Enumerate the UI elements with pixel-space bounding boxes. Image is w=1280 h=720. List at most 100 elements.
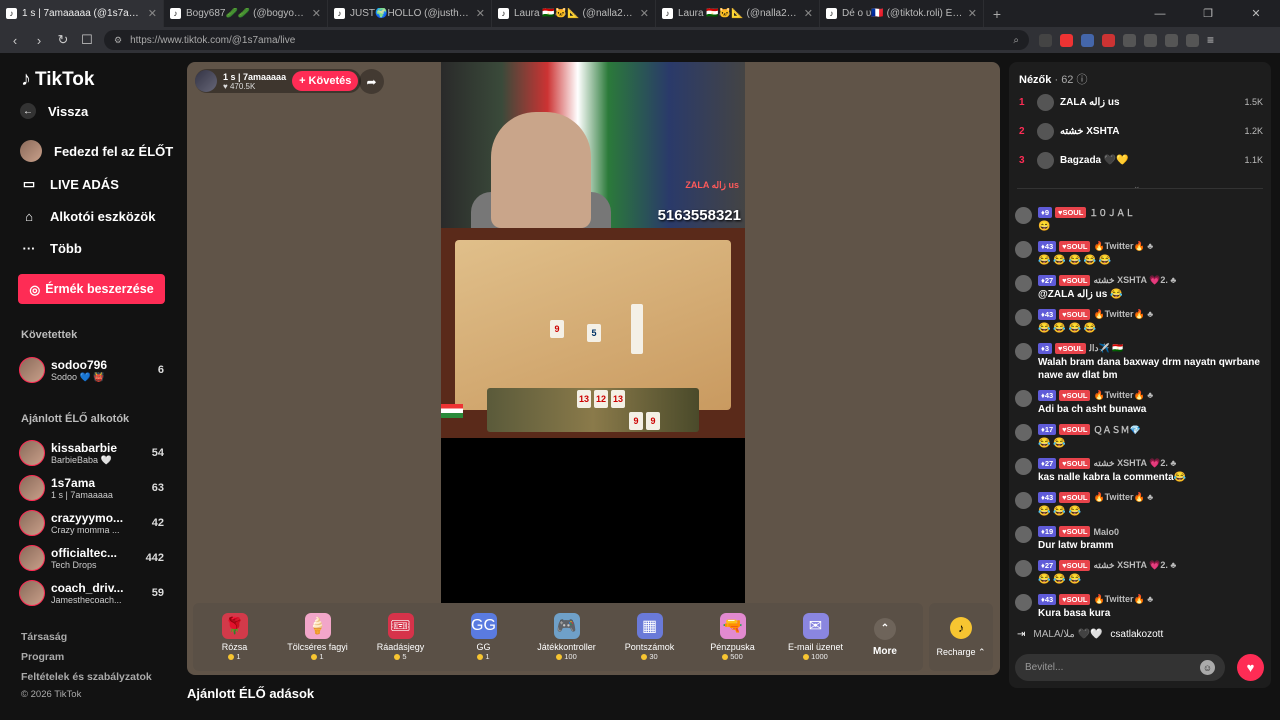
info-icon[interactable]: ⓘ	[1077, 74, 1088, 86]
chat-message[interactable]: ♦ 19 ♥ SOUL Malo0 Dur latw bramm	[1015, 525, 1265, 552]
viewers-header[interactable]: Nézők · 62 ⓘ	[1019, 71, 1088, 87]
footer-terms[interactable]: Feltételek és szabályzatok	[21, 671, 152, 683]
close-tab-icon[interactable]: ✕	[312, 7, 321, 20]
creator-item[interactable]: crazyyymo... Crazy momma ... 42	[19, 508, 164, 538]
browser-tab[interactable]: ♪ Dé o ᴜ🇫🇷 (@tiktok.roli) ÉLŐ adá ✕	[820, 0, 984, 27]
creator-item[interactable]: kissabarbie BarbieBaba 🤍 54	[19, 438, 164, 468]
more-link[interactable]: ··· Több	[20, 239, 82, 257]
ranking-row[interactable]: 1 ZALA ﺯاﻟﻪ us 1.5K	[1019, 91, 1263, 113]
extension-icon[interactable]	[1102, 33, 1115, 47]
close-tab-icon[interactable]: ✕	[148, 7, 157, 20]
close-tab-icon[interactable]: ✕	[476, 7, 485, 20]
gift-item[interactable]: GG GG 1	[442, 613, 525, 661]
get-coins-button[interactable]: ◎ Érmék beszerzése	[18, 274, 165, 304]
streamer-name: 1 s | 7amaaaaa	[223, 71, 287, 82]
creator-item[interactable]: 1s7ama 1 s | 7amaaaaa 63	[19, 473, 164, 503]
puzzle-icon[interactable]	[1123, 33, 1136, 47]
creator-item[interactable]: coach_driv... Jamesthecoach... 59	[19, 578, 164, 608]
chat-meta: ♦ 27 ♥ SOUL ﺧﺸﺘﻪ XSHTA 💗2. ♣	[1038, 559, 1265, 572]
chat-message[interactable]: ♦ 17 ♥ SOUL ＱＡＳＭ💎 😂 😂	[1015, 423, 1265, 450]
footer-company[interactable]: Társaság	[21, 631, 67, 643]
menu-icon[interactable]: ≡	[1207, 33, 1220, 47]
more-gifts-button[interactable]: ⌃ More	[857, 617, 913, 657]
heart-icon[interactable]: ♥	[1237, 654, 1264, 681]
chat-message[interactable]: ♦ 43 ♥ SOUL 🔥Twitter🔥 ♣ Adi ba ch asht bunawa	[1015, 389, 1265, 416]
chat-username: 🔥Twitter🔥 ♣	[1093, 390, 1154, 400]
level-badge: ♦ 43	[1038, 390, 1057, 401]
reload-icon[interactable]: ↻	[56, 32, 70, 48]
browser-tab[interactable]: ♪ JUST🌍HOLLO (@justholloadam) ÉL ✕	[328, 0, 492, 27]
emoji-icon[interactable]: ☺	[1200, 660, 1215, 675]
chat-message[interactable]: ♦ 43 ♥ SOUL 🔥Twitter🔥 ♣ 😂 😂 😂 😂 😂	[1015, 240, 1265, 267]
chat-input[interactable]: Bevitel... ☺	[1015, 654, 1225, 681]
extension-icon[interactable]	[1081, 33, 1094, 47]
footer-program[interactable]: Program	[21, 651, 64, 663]
restore-icon[interactable]: ❐	[1184, 7, 1232, 20]
ranking-row[interactable]: 2 ﺧﺸﺘﻪ XSHTA 1.2K	[1019, 120, 1263, 142]
tiktok-logo[interactable]: ♪ TikTok	[21, 68, 94, 91]
follow-button[interactable]: + Követés	[292, 71, 359, 91]
chat-message[interactable]: ♦ 27 ♥ SOUL ﺧﺸﺘﻪ XSHTA 💗2. ♣ 😂 😂 😂	[1015, 559, 1265, 586]
close-tab-icon[interactable]: ✕	[640, 7, 649, 20]
gift-item[interactable]: ▦ Pontszámok 30	[608, 613, 691, 661]
chat-message[interactable]: ♦ 43 ♥ SOUL 🔥Twitter🔥 ♣ 😂 😂 😂	[1015, 491, 1265, 518]
live-link[interactable]: ▭ LIVE ADÁS	[20, 175, 119, 193]
fan-badge: ♥ SOUL	[1059, 594, 1091, 605]
sidebar-icon[interactable]	[1144, 33, 1157, 47]
creator-tools-link[interactable]: ⌂ Alkotói eszközök	[20, 207, 155, 225]
chat-message[interactable]: ♦ 9 ♥ SOUL １０ＪＡＬ 😄	[1015, 206, 1265, 233]
site-settings-icon[interactable]: ⚙	[114, 35, 122, 46]
gift-item[interactable]: ✉ E-mail üzenet 1000	[774, 613, 857, 661]
gift-item[interactable]: 🌹 Rózsa 1	[193, 613, 276, 661]
shield-icon[interactable]	[1039, 33, 1052, 47]
gift-item[interactable]: 🎟 Ráadásjegy 5	[359, 613, 442, 661]
live-video[interactable]: ZALA ﺯاﻟﻪ us 5163558321 9 5 13 12 13 9 9	[441, 62, 745, 603]
recharge-button[interactable]: ♪ Recharge ⌃	[929, 603, 993, 671]
close-tab-icon[interactable]: ✕	[968, 7, 977, 20]
forward-arrow-icon[interactable]: ›	[32, 33, 46, 48]
sidebar: ♪ TikTok ← Vissza Fedezd fel az ÉLŐT ▭ L…	[0, 53, 185, 720]
rack-tile: 13	[577, 390, 591, 408]
tiktok-favicon: ♪	[170, 8, 181, 19]
gift-item[interactable]: 🎮 Játékkontroller 100	[525, 613, 608, 661]
chat-message[interactable]: ♦ 27 ♥ SOUL ﺧﺸﺘﻪ XSHTA 💗2. ♣ @ZALA ﺯاﻟﻪ us 😂	[1015, 274, 1265, 301]
chat-message[interactable]: ♦ 43 ♥ SOUL 🔥Twitter🔥 ♣ Kura basa kura	[1015, 593, 1265, 620]
creator-item[interactable]: sodoo796 Sodoo 💙 👹 6	[19, 355, 164, 385]
chat-text: kas nalle kabra la commenta😂	[1038, 472, 1187, 483]
chat-message[interactable]: ♦ 3 ♥ SOUL ﺩاﻟ✈️ 🇹🇯 Walah bram dana baxway dr…	[1015, 342, 1265, 382]
chat-message[interactable]: ♦ 43 ♥ SOUL 🔥Twitter🔥 ♣ 😂 😂 😂 😂	[1015, 308, 1265, 335]
tiktok-favicon: ♪	[6, 8, 17, 19]
url-field[interactable]: ⚙ https://www.tiktok.com/@1s7ama/live ⌕	[104, 30, 1029, 50]
vpn-icon[interactable]	[1186, 33, 1199, 47]
close-tab-icon[interactable]: ✕	[804, 7, 813, 20]
explore-live-link[interactable]: Fedezd fel az ÉLŐT	[20, 140, 173, 162]
close-window-icon[interactable]: ✕	[1232, 7, 1280, 20]
chat-message[interactable]: ♦ 27 ♥ SOUL ﺧﺸﺘﻪ XSHTA 💗2. ♣ kas nalle kabra …	[1015, 457, 1265, 484]
browser-tab[interactable]: ♪ Bogy687🥒🥒 (@bogyo87__) ÉLŐ a ✕	[164, 0, 328, 27]
gift-price-value: 1	[236, 652, 241, 661]
bookmark-icon[interactable]: ☐	[80, 32, 94, 48]
share-icon[interactable]: ➦	[359, 69, 384, 94]
creator-item[interactable]: officialtec... Tech Drops 442	[19, 543, 164, 573]
zoom-icon[interactable]: ⌕	[1013, 35, 1019, 46]
browser-tab[interactable]: ♪ 1 s | 7amaaaaa (@1s7ama) ÉL ✕	[0, 0, 164, 27]
back-link[interactable]: ← Vissza	[20, 103, 88, 119]
gift-item[interactable]: 🍦 Tölcséres fagyi 1	[276, 613, 359, 661]
new-tab-icon[interactable]: +	[984, 6, 1010, 22]
ranking-row[interactable]: 3 Bagzada 🖤💛 1.1K	[1019, 149, 1263, 171]
browser-tab[interactable]: ♪ Laura 🇹🇯🐱📐 (@nalla2635) ÉLŐ adá ✕	[656, 0, 820, 27]
fan-badge: ♥ SOUL	[1059, 309, 1091, 320]
fan-badge: ♥ SOUL	[1055, 343, 1087, 354]
creator-avatar	[19, 545, 45, 571]
chevron-down-icon[interactable]: ⌄	[1133, 181, 1141, 192]
gift-bar: 🌹 Rózsa 1 🍦 Tölcséres fagyi 1 🎟 Ráadásjegy 5 GG GG…	[193, 603, 923, 671]
rank-number: 3	[1019, 154, 1025, 166]
gift-item[interactable]: 🔫 Pénzpuska 500	[691, 613, 774, 661]
minimize-icon[interactable]: —	[1136, 8, 1184, 20]
browser-tab[interactable]: ♪ Laura 🇹🇯🐱📐 (@nalla2635) ÉLŐ adá ✕	[492, 0, 656, 27]
brave-rewards-icon[interactable]	[1060, 33, 1073, 47]
streamer-info[interactable]: 1 s | 7amaaaaa ♥ 470.5K + Követés	[195, 69, 362, 93]
gift-name: Rózsa	[221, 642, 248, 652]
wallet-icon[interactable]	[1165, 33, 1178, 47]
back-arrow-icon[interactable]: ‹	[8, 33, 22, 48]
